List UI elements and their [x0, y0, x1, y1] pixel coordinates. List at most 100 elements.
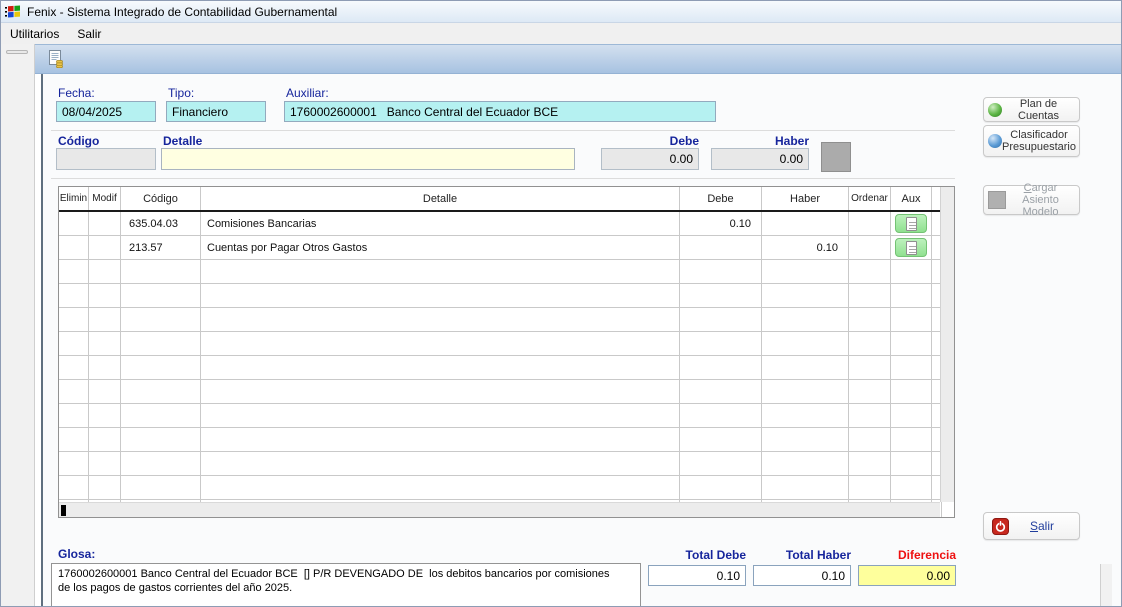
table-row[interactable] [59, 308, 954, 332]
cell-aux [891, 428, 932, 451]
cell-elimin [59, 380, 89, 403]
cell-modif [89, 236, 121, 259]
cell-haber [762, 428, 849, 451]
codigo-input[interactable] [56, 148, 156, 170]
cell-modif [89, 404, 121, 427]
cell-debe [680, 476, 762, 499]
menu-salir[interactable]: Salir [68, 23, 110, 44]
header-aux[interactable]: Aux [891, 187, 932, 210]
cell-debe [680, 284, 762, 307]
cargar-asiento-modelo-button[interactable]: Cargar AsientoModelo [983, 185, 1080, 215]
document-icon [906, 241, 917, 255]
table-vertical-scrollbar[interactable] [940, 187, 954, 502]
glosa-label: Glosa: [58, 547, 95, 561]
cell-elimin [59, 356, 89, 379]
plan-de-cuentas-button[interactable]: Plan de Cuentas [983, 97, 1080, 122]
auxiliar-field[interactable]: 1760002600001 Banco Central del Ecuador … [284, 101, 716, 122]
cell-codigo [121, 284, 201, 307]
table-row[interactable] [59, 380, 954, 404]
cell-debe [680, 380, 762, 403]
title-bar: Fenix - Sistema Integrado de Contabilida… [1, 1, 1121, 23]
menu-utilitarios[interactable]: Utilitarios [1, 23, 68, 44]
cell-aux [891, 452, 932, 475]
table-row[interactable] [59, 356, 954, 380]
copy-document-icon [46, 49, 66, 69]
table-horizontal-scrollbar[interactable] [59, 502, 940, 517]
debe-input[interactable]: 0.00 [601, 148, 699, 170]
cell-haber [762, 332, 849, 355]
salir-button[interactable]: Salir [983, 512, 1080, 540]
header-elimin[interactable]: Elimin [59, 187, 89, 210]
header-ordenar[interactable]: Ordenar [849, 187, 891, 210]
cell-aux [891, 476, 932, 499]
table-row[interactable] [59, 452, 954, 476]
cell-haber: 0.10 [762, 236, 849, 259]
header-debe[interactable]: Debe [680, 187, 762, 210]
cell-ordenar [849, 236, 891, 259]
tipo-label: Tipo: [168, 86, 194, 100]
clasificador-presupuestario-button[interactable]: ClasificadorPresupuestario [983, 125, 1080, 157]
haber-label: Haber [711, 134, 809, 148]
cell-modif [89, 284, 121, 307]
detalle-input[interactable] [161, 148, 575, 170]
cell-modif [89, 332, 121, 355]
glosa-textarea[interactable]: 1760002600001 Banco Central del Ecuador … [51, 563, 641, 607]
cell-debe [680, 308, 762, 331]
window-title: Fenix - Sistema Integrado de Contabilida… [27, 5, 337, 19]
entries-table: Elimin Modif Código Detalle Debe Haber O… [58, 186, 955, 518]
cell-aux [891, 212, 932, 235]
diferencia-label: Diferencia [858, 548, 956, 562]
cell-codigo [121, 476, 201, 499]
table-row[interactable] [59, 284, 954, 308]
cell-modif [89, 260, 121, 283]
blue-sphere-icon [988, 134, 1002, 148]
table-row[interactable]: 213.57Cuentas por Pagar Otros Gastos0.10 [59, 236, 954, 260]
table-row[interactable] [59, 332, 954, 356]
cell-haber [762, 476, 849, 499]
header-modif[interactable]: Modif [89, 187, 121, 210]
header-haber[interactable]: Haber [762, 187, 849, 210]
cell-codigo: 635.04.03 [121, 212, 201, 235]
main-panel: Fecha: 08/04/2025 Tipo: Financiero Auxil… [41, 74, 1121, 606]
separator [51, 130, 955, 131]
cell-ordenar [849, 260, 891, 283]
cell-debe [680, 260, 762, 283]
table-row[interactable] [59, 404, 954, 428]
codigo-label: Código [58, 134, 99, 148]
table-row[interactable] [59, 260, 954, 284]
glosa-scrollbar[interactable] [1100, 564, 1112, 607]
fecha-field[interactable]: 08/04/2025 [56, 101, 156, 122]
header-detalle[interactable]: Detalle [201, 187, 680, 210]
cell-ordenar [849, 380, 891, 403]
cell-codigo [121, 260, 201, 283]
tipo-field[interactable]: Financiero [166, 101, 266, 122]
aux-button[interactable] [895, 214, 927, 233]
table-row[interactable] [59, 476, 954, 500]
cell-aux [891, 380, 932, 403]
cell-ordenar [849, 284, 891, 307]
windows-logo-icon [5, 4, 21, 20]
cell-debe [680, 356, 762, 379]
cell-modif [89, 452, 121, 475]
copy-document-button[interactable] [44, 47, 68, 71]
document-icon [906, 217, 917, 231]
aux-button[interactable] [895, 238, 927, 257]
app-window: Fenix - Sistema Integrado de Contabilida… [0, 0, 1122, 607]
table-row[interactable]: 635.04.03Comisiones Bancarias0.10 [59, 212, 954, 236]
debe-label: Debe [601, 134, 699, 148]
cell-ordenar [849, 428, 891, 451]
haber-input[interactable]: 0.00 [711, 148, 809, 170]
header-codigo[interactable]: Código [121, 187, 201, 210]
cell-modif [89, 308, 121, 331]
cell-detalle: Cuentas por Pagar Otros Gastos [201, 236, 680, 259]
table-row[interactable] [59, 428, 954, 452]
power-icon [992, 518, 1009, 535]
cell-elimin [59, 332, 89, 355]
sidebar-splitter-handle[interactable] [6, 50, 28, 54]
cell-debe: 0.10 [680, 212, 762, 235]
cell-elimin [59, 428, 89, 451]
cell-detalle [201, 332, 680, 355]
cell-codigo [121, 428, 201, 451]
hscroll-thumb[interactable] [61, 505, 66, 516]
add-entry-button[interactable] [821, 142, 851, 172]
